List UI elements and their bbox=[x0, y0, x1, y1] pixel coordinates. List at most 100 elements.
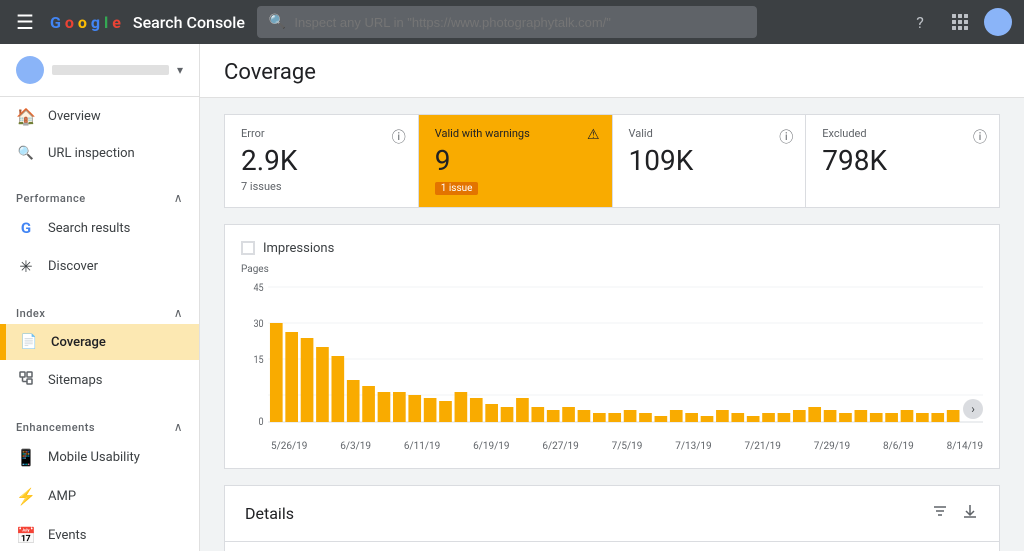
summary-card-valid: Valid 109K ⓘ bbox=[613, 115, 807, 207]
sidebar-account[interactable]: ▾ bbox=[0, 44, 199, 97]
valid-warnings-value: 9 bbox=[435, 144, 596, 178]
sidebar-item-overview[interactable]: 🏠 Overview bbox=[0, 97, 199, 136]
sidebar-item-sitemaps[interactable]: Sitemaps bbox=[0, 360, 199, 400]
url-search-bar[interactable]: 🔍 bbox=[257, 6, 757, 38]
top-bar-right: ? bbox=[904, 6, 1012, 38]
col-type: Type bbox=[336, 542, 658, 551]
sidebar-label-discover: Discover bbox=[48, 259, 98, 274]
x-label-7: 7/13/19 bbox=[675, 441, 711, 452]
x-label-9: 7/29/19 bbox=[814, 441, 850, 452]
page-header: Coverage bbox=[200, 44, 1024, 98]
filter-icon[interactable] bbox=[931, 502, 949, 525]
chart-toggle-row: Impressions bbox=[241, 241, 983, 256]
summary-cards: Error 2.9K 7 issues ⓘ Valid with warning… bbox=[224, 114, 1000, 208]
details-actions bbox=[931, 502, 979, 525]
top-bar: ☰ Google Search Console 🔍 ? bbox=[0, 0, 1024, 44]
summary-card-excluded: Excluded 798K ⓘ bbox=[806, 115, 999, 207]
x-label-5: 6/27/19 bbox=[542, 441, 578, 452]
x-label-11: 8/14/19 bbox=[947, 441, 983, 452]
sidebar-account-name bbox=[52, 65, 169, 75]
main-layout: ▾ 🏠 Overview 🔍 URL inspection Performanc… bbox=[0, 44, 1024, 551]
sidebar-section-label-enhancements: Enhancements bbox=[16, 421, 95, 434]
search-input[interactable] bbox=[294, 15, 745, 30]
apps-icon[interactable] bbox=[944, 6, 976, 38]
valid-info-icon[interactable]: ⓘ bbox=[779, 127, 793, 147]
events-icon: 📅 bbox=[16, 526, 36, 545]
summary-card-valid-warnings: Valid with warnings 9 1 issue ⚠ bbox=[419, 115, 613, 207]
sidebar: ▾ 🏠 Overview 🔍 URL inspection Performanc… bbox=[0, 44, 200, 551]
sidebar-section-index[interactable]: Index ∧ bbox=[0, 294, 199, 324]
error-sub: 7 issues bbox=[241, 180, 402, 193]
x-label-4: 6/19/19 bbox=[473, 441, 509, 452]
error-info-icon[interactable]: ⓘ bbox=[392, 127, 406, 147]
sidebar-chevron-performance: ∧ bbox=[174, 191, 183, 205]
sidebar-label-url-inspection: URL inspection bbox=[48, 146, 135, 161]
table-header: Status Type Validation ↑ Trend Pages bbox=[225, 542, 999, 551]
menu-icon[interactable]: ☰ bbox=[12, 6, 38, 38]
valid-label: Valid bbox=[629, 127, 790, 140]
excluded-info-icon[interactable]: ⓘ bbox=[973, 127, 987, 147]
details-header: Details bbox=[225, 486, 999, 542]
issue-badge: 1 issue bbox=[435, 182, 479, 195]
sidebar-label-search-results: Search results bbox=[48, 221, 130, 236]
chart-next-button[interactable]: › bbox=[963, 399, 983, 419]
sidebar-label-sitemaps: Sitemaps bbox=[48, 373, 103, 388]
search-inspect-icon: 🔍 bbox=[16, 146, 36, 161]
details-title: Details bbox=[245, 504, 294, 523]
x-label-6: 7/5/19 bbox=[612, 441, 643, 452]
col-status: Status bbox=[225, 542, 336, 551]
col-pages: Pages bbox=[910, 542, 999, 551]
summary-card-error: Error 2.9K 7 issues ⓘ bbox=[225, 115, 419, 207]
svg-text:30: 30 bbox=[253, 318, 263, 330]
download-icon[interactable] bbox=[961, 502, 979, 525]
valid-warnings-info-icon[interactable]: ⚠ bbox=[587, 127, 600, 143]
sidebar-item-url-inspection[interactable]: 🔍 URL inspection bbox=[0, 136, 199, 171]
sitemaps-icon bbox=[16, 370, 36, 390]
sidebar-item-discover[interactable]: ✳ Discover bbox=[0, 247, 199, 286]
svg-text:15: 15 bbox=[253, 354, 263, 366]
sidebar-section-enhancements[interactable]: Enhancements ∧ bbox=[0, 408, 199, 438]
valid-value: 109K bbox=[629, 144, 790, 178]
sidebar-item-search-results[interactable]: G Search results bbox=[0, 209, 199, 247]
sidebar-section-performance[interactable]: Performance ∧ bbox=[0, 179, 199, 209]
amp-icon: ⚡ bbox=[16, 487, 36, 506]
chart-svg: 45 30 15 0 bbox=[241, 277, 983, 437]
excluded-value: 798K bbox=[822, 144, 983, 178]
sidebar-section-label-performance: Performance bbox=[16, 192, 86, 205]
sidebar-item-events[interactable]: 📅 Events bbox=[0, 516, 199, 551]
home-icon: 🏠 bbox=[16, 107, 36, 126]
col-trend: Trend bbox=[810, 542, 911, 551]
sidebar-chevron-index: ∧ bbox=[174, 306, 183, 320]
details-section: Details bbox=[224, 485, 1000, 551]
details-table: Status Type Validation ↑ Trend Pages bbox=[225, 542, 999, 551]
user-avatar[interactable] bbox=[984, 8, 1012, 36]
x-label-1: 5/26/19 bbox=[271, 441, 307, 452]
mobile-icon: 📱 bbox=[16, 448, 36, 467]
error-label: Error bbox=[241, 127, 402, 140]
sidebar-label-coverage: Coverage bbox=[51, 335, 106, 350]
sidebar-label-amp: AMP bbox=[48, 489, 76, 504]
error-value: 2.9K bbox=[241, 144, 402, 178]
x-label-2: 6/3/19 bbox=[340, 441, 371, 452]
impressions-label: Impressions bbox=[263, 241, 334, 256]
x-label-10: 8/6/19 bbox=[883, 441, 914, 452]
impressions-checkbox[interactable] bbox=[241, 241, 255, 255]
sidebar-item-amp[interactable]: ⚡ AMP bbox=[0, 477, 199, 516]
app-logo: Google Search Console bbox=[50, 13, 245, 32]
google-g-icon: G bbox=[16, 219, 36, 237]
valid-warnings-sub: 1 issue bbox=[435, 180, 596, 195]
help-icon[interactable]: ? bbox=[904, 6, 936, 38]
main-content: Coverage Error 2.9K 7 issues ⓘ Valid wit… bbox=[200, 44, 1024, 551]
chart-area: 45 30 15 0 bbox=[241, 277, 983, 437]
sidebar-label-mobile-usability: Mobile Usability bbox=[48, 450, 140, 465]
sidebar-item-coverage[interactable]: 📄 Coverage bbox=[0, 324, 199, 360]
excluded-label: Excluded bbox=[822, 127, 983, 140]
svg-text:0: 0 bbox=[259, 416, 264, 428]
svg-text:45: 45 bbox=[253, 282, 263, 294]
discover-icon: ✳ bbox=[16, 257, 36, 276]
sidebar-item-mobile-usability[interactable]: 📱 Mobile Usability bbox=[0, 438, 199, 477]
col-validation[interactable]: Validation ↑ bbox=[657, 542, 809, 551]
content-body: Error 2.9K 7 issues ⓘ Valid with warning… bbox=[200, 98, 1024, 551]
sidebar-label-overview: Overview bbox=[48, 109, 101, 124]
sidebar-account-arrow: ▾ bbox=[177, 63, 183, 77]
